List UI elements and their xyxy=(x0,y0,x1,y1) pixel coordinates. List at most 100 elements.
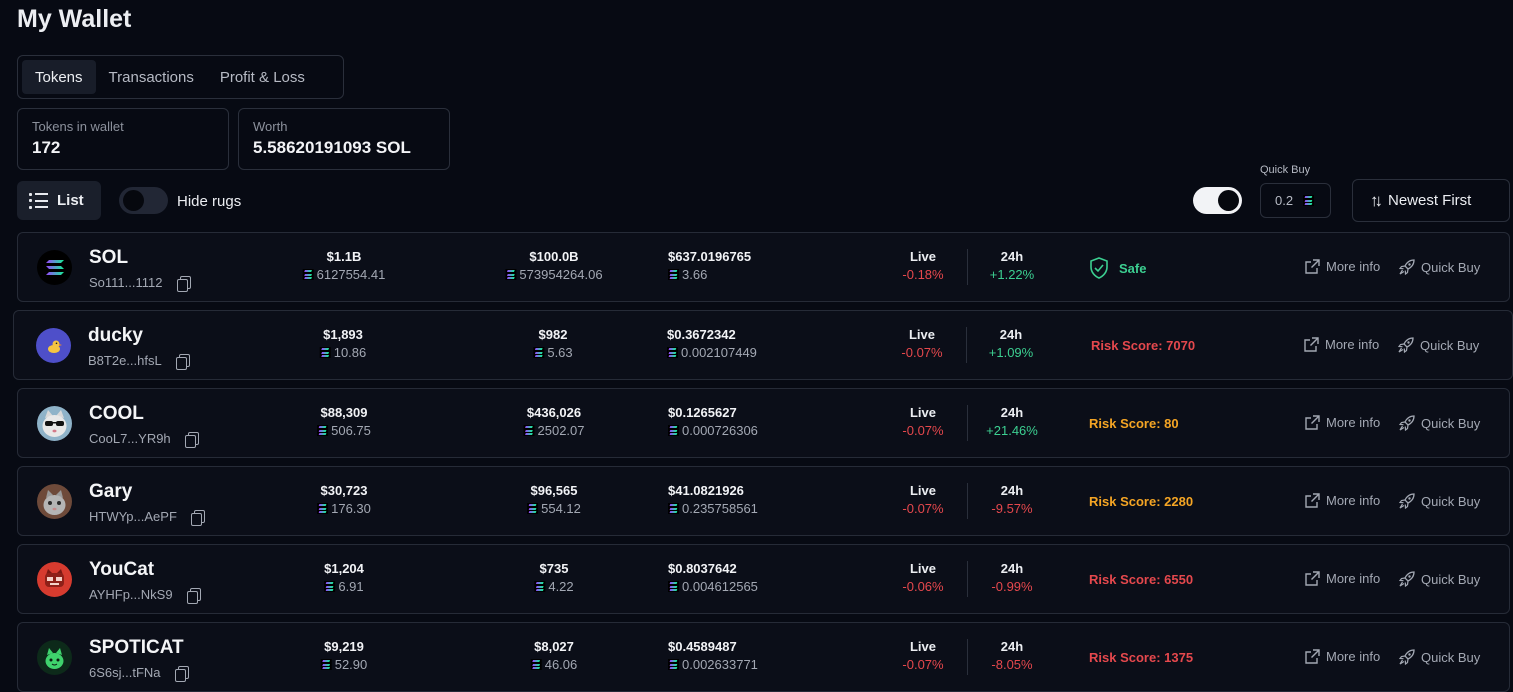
value-usd: $9,219 xyxy=(324,639,364,654)
safe-label: Safe xyxy=(1119,260,1147,276)
live-label: Live xyxy=(909,639,937,654)
table-row[interactable]: SPOTICAT 6S6sj...tFNa $9,219 52.90 $8,02… xyxy=(17,622,1510,692)
more-info-button[interactable]: More info xyxy=(1305,415,1380,430)
quick-buy-button[interactable]: Quick Buy xyxy=(1399,649,1480,665)
sol-icon xyxy=(668,503,679,514)
more-info-button[interactable]: More info xyxy=(1304,337,1379,352)
safe-badge: Safe xyxy=(1089,257,1146,279)
shield-check-icon xyxy=(1089,257,1109,279)
more-info-button[interactable]: More info xyxy=(1305,493,1380,508)
value-sol: 6.91 xyxy=(338,579,364,594)
table-row[interactable]: ducky B8T2e...hfsL $1,893 10.86 $982 5.6… xyxy=(13,310,1513,380)
day-change-cell: 24h +1.09% xyxy=(989,327,1033,360)
live-change-cell: Live -0.06% xyxy=(902,561,943,594)
external-link-icon xyxy=(1305,493,1320,508)
day-change: -0.99% xyxy=(991,579,1033,594)
token-address: CooL7...YR9h xyxy=(89,431,199,448)
price-usd: $0.1265627 xyxy=(668,405,737,420)
value-usd: $88,309 xyxy=(320,405,368,420)
price-cell: $0.3672342 0.002107449 xyxy=(667,327,757,360)
worth-card: Worth 5.58620191093 SOL xyxy=(238,108,450,170)
sol-icon xyxy=(667,347,678,358)
quick-buy-button[interactable]: Quick Buy xyxy=(1399,571,1480,587)
token-address-text: AYHFp...NkS9 xyxy=(89,587,173,602)
liquidity-usd: $100.0B xyxy=(529,249,579,264)
hide-rugs-label: Hide rugs xyxy=(177,193,242,210)
copy-icon[interactable] xyxy=(174,665,189,682)
sol-icon xyxy=(505,269,517,280)
more-info-button[interactable]: More info xyxy=(1305,571,1380,586)
quick-buy-toggle[interactable] xyxy=(1193,187,1242,214)
tab-profit-loss[interactable]: Profit & Loss xyxy=(207,60,318,94)
liquidity-sol: 46.06 xyxy=(544,657,578,672)
tab-tokens[interactable]: Tokens xyxy=(22,60,96,94)
value-cell: $30,723 176.30 xyxy=(317,483,371,516)
quick-buy-label: Quick Buy xyxy=(1421,415,1481,431)
quick-buy-button[interactable]: Quick Buy xyxy=(1399,259,1480,275)
liquidity-usd: $735 xyxy=(539,561,569,576)
live-change: -0.06% xyxy=(902,579,944,594)
sort-button[interactable]: ↑↓ Newest First xyxy=(1352,179,1510,222)
value-usd: $1,204 xyxy=(324,561,364,576)
copy-icon[interactable] xyxy=(190,509,205,526)
quick-buy-label: Quick Buy xyxy=(1421,649,1481,665)
price-sol: 0.004612565 xyxy=(682,579,758,594)
token-address: So111...1112 xyxy=(89,275,191,292)
liquidity-cell: $100.0B 573954264.06 xyxy=(505,249,603,282)
quick-buy-label: Quick Buy xyxy=(1420,337,1480,353)
live-change-cell: Live -0.07% xyxy=(901,327,942,360)
liquidity-usd: $96,565 xyxy=(530,483,578,498)
copy-icon[interactable] xyxy=(176,275,191,292)
worth-value: 5.58620191093 SOL xyxy=(253,138,411,157)
day-change: +1.22% xyxy=(989,267,1035,282)
token-address-text: So111...1112 xyxy=(89,275,163,290)
value-cell: $9,219 52.90 xyxy=(320,639,367,672)
value-sol: 6127554.41 xyxy=(316,267,386,282)
tokens-in-wallet-value: 172 xyxy=(32,138,61,157)
rocket-icon xyxy=(1399,259,1415,275)
copy-icon[interactable] xyxy=(186,587,201,604)
day-change-cell: 24h -8.05% xyxy=(991,639,1032,672)
day-label: 24h xyxy=(1000,405,1024,420)
more-info-button[interactable]: More info xyxy=(1305,649,1380,664)
sol-icon xyxy=(302,269,314,280)
tab-bar: Tokens Transactions Profit & Loss xyxy=(17,55,344,99)
liquidity-sol: 4.22 xyxy=(548,579,574,594)
sol-icon xyxy=(317,503,329,514)
table-row[interactable]: COOL CooL7...YR9h $88,309 506.75 $436,02… xyxy=(17,388,1510,458)
quick-buy-amount-input[interactable]: 0.2 xyxy=(1260,183,1331,218)
toggle-knob xyxy=(1218,190,1239,211)
more-info-button[interactable]: More info xyxy=(1305,259,1380,274)
copy-icon[interactable] xyxy=(175,353,190,370)
table-row[interactable]: YouCat AYHFp...NkS9 $1,204 6.91 $735 4.2… xyxy=(17,544,1510,614)
more-info-label: More info xyxy=(1325,337,1380,352)
tab-transactions[interactable]: Transactions xyxy=(96,60,207,94)
quick-buy-button[interactable]: Quick Buy xyxy=(1399,493,1480,509)
page-title: My Wallet xyxy=(17,5,132,33)
risk-score: Risk Score: 7070 xyxy=(1091,338,1196,353)
sol-icon xyxy=(320,659,332,670)
table-row[interactable]: Gary HTWYp...AePF $30,723 176.30 $96,565… xyxy=(17,466,1510,536)
liquidity-cell: $8,027 46.06 xyxy=(530,639,578,672)
live-label: Live xyxy=(908,327,936,342)
list-view-button[interactable]: List xyxy=(17,181,101,220)
copy-icon[interactable] xyxy=(184,431,199,448)
hide-rugs-toggle[interactable] xyxy=(119,187,168,214)
token-address: AYHFp...NkS9 xyxy=(89,587,201,604)
toggle-knob xyxy=(123,190,144,211)
table-row[interactable]: SOL So111...1112 $1.1B 6127554.41 $100.0… xyxy=(17,232,1510,302)
token-name: ducky xyxy=(88,325,143,346)
worth-label: Worth xyxy=(253,119,288,134)
quick-buy-button[interactable]: Quick Buy xyxy=(1398,337,1479,353)
quick-buy-label: Quick Buy xyxy=(1421,571,1481,587)
price-usd: $0.8037642 xyxy=(668,561,737,576)
token-address-text: 6S6sj...tFNa xyxy=(89,665,161,680)
quick-buy-button[interactable]: Quick Buy xyxy=(1399,415,1480,431)
risk-score: Risk Score: 6550 xyxy=(1089,572,1194,587)
price-sol: 0.002107449 xyxy=(681,345,757,360)
price-cell: $637.0196765 3.66 xyxy=(668,249,751,282)
more-info-label: More info xyxy=(1326,415,1381,430)
external-link-icon xyxy=(1305,649,1320,664)
duck-icon xyxy=(36,328,71,363)
price-usd: $0.3672342 xyxy=(667,327,736,342)
